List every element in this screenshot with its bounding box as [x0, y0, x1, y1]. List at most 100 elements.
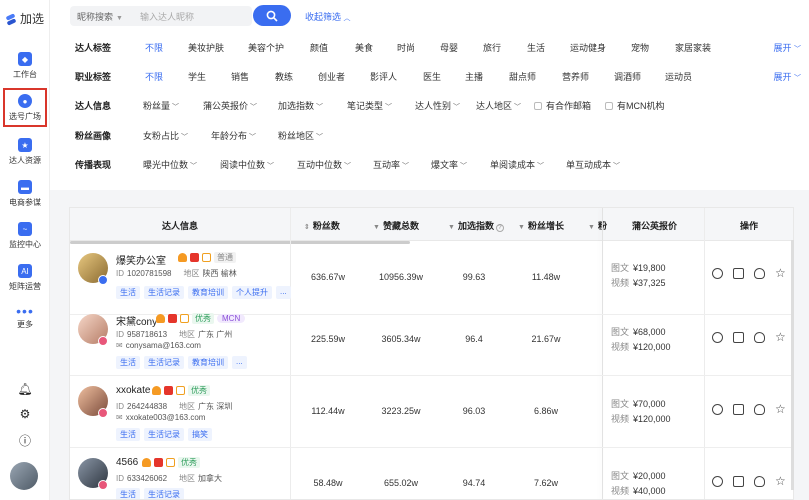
filter-option[interactable]: 创业者 — [318, 70, 345, 83]
filter-option[interactable]: 医生 — [423, 70, 441, 83]
tag[interactable]: 生活 — [116, 286, 140, 299]
checkbox-email[interactable]: 有合作邮箱 — [534, 99, 591, 112]
table-row[interactable]: xxokate 优秀 ID 264244838 地区 广东 深圳 ✉ xxokate00… — [70, 376, 793, 448]
filter-option[interactable]: 家居家装 — [675, 41, 711, 54]
tag[interactable]: 生活 — [116, 488, 140, 499]
filter-option[interactable]: 销售 — [231, 70, 249, 83]
tag[interactable]: 教育培训 — [188, 356, 228, 369]
collapse-filters-link[interactable]: 收起筛选 ︿ — [305, 10, 351, 23]
tag[interactable]: 生活记录 — [144, 286, 184, 299]
dropdown-exposure[interactable]: 曝光中位数 ﹀ — [143, 158, 197, 171]
profile-icon[interactable] — [712, 476, 723, 487]
talent-name[interactable]: xxokate — [116, 385, 150, 396]
filter-option[interactable]: 调酒师 — [614, 70, 641, 83]
dropdown-interact[interactable]: 互动中位数 ﹀ — [297, 158, 351, 171]
help-icon[interactable]: ⓘ — [0, 432, 50, 449]
sidebar-item-talent-resources[interactable]: ★ 达人资源 — [0, 138, 50, 166]
tag-more[interactable]: ... — [232, 356, 247, 369]
filter-option[interactable]: 学生 — [188, 70, 206, 83]
user-avatar[interactable] — [10, 462, 38, 490]
filter-option[interactable]: 甜点师 — [509, 70, 536, 83]
profile-icon[interactable] — [712, 404, 723, 415]
filter-option[interactable]: 美妆护肤 — [188, 41, 224, 54]
filter-option[interactable]: 颜值 — [310, 41, 328, 54]
dropdown-viral-rate[interactable]: 爆文率 ﹀ — [431, 158, 467, 171]
filter-option[interactable]: 运动健身 — [570, 41, 606, 54]
filter-option[interactable]: 旅行 — [483, 41, 501, 54]
sidebar-item-monitor[interactable]: ~ 监控中心 — [0, 222, 50, 250]
tag[interactable]: 生活 — [116, 356, 140, 369]
star-icon[interactable]: ☆ — [775, 475, 786, 487]
expand-button[interactable]: 展开 ﹀ — [773, 70, 801, 83]
th-likes[interactable]: ▼ 赞藏总数 — [373, 219, 419, 232]
sidebar-item-more[interactable]: ••• 更多 — [0, 304, 50, 330]
th-fans[interactable]: ⇕ 粉丝数 — [304, 219, 340, 232]
talent-email[interactable]: ✉ xxokate003@163.com — [116, 413, 205, 422]
tag[interactable]: 生活记录 — [144, 356, 184, 369]
table-row[interactable]: 4566 优秀 ID 633426062 地区 加拿大 生活 生活记录 58.48w … — [70, 448, 793, 499]
talent-name[interactable]: 爆笑办公室 — [116, 252, 166, 267]
plugin-icon[interactable]: ⚙︎ — [0, 407, 50, 421]
filter-option[interactable]: 营养师 — [562, 70, 589, 83]
dropdown-female-ratio[interactable]: 女粉占比 ﹀ — [143, 129, 188, 142]
sidebar-item-ecommerce[interactable]: ▬ 电商参谋 — [0, 180, 50, 208]
heart-icon[interactable] — [754, 404, 765, 415]
heart-icon[interactable] — [754, 268, 765, 279]
star-icon[interactable]: ☆ — [775, 331, 786, 343]
dropdown-price[interactable]: 蒲公英报价 ﹀ — [203, 99, 257, 112]
filter-option[interactable]: 生活 — [527, 41, 545, 54]
shopping-bag-icon[interactable] — [733, 404, 744, 415]
talent-email[interactable]: ✉ conysama@163.com — [116, 341, 201, 350]
checkbox-mcn[interactable]: 有MCN机构 — [605, 99, 665, 112]
search-input[interactable]: 输入达人昵称 — [140, 10, 194, 23]
tag-more[interactable]: ... — [276, 286, 291, 299]
sidebar-item-workbench[interactable]: ◆ 工作台 — [0, 52, 50, 80]
filter-option[interactable]: 美容个护 — [248, 41, 284, 54]
th-index[interactable]: ▼ 加选指数? — [448, 219, 504, 232]
talent-name[interactable]: 宋黛cony — [116, 313, 157, 328]
dropdown-interact-cost[interactable]: 单互动成本 ﹀ — [566, 158, 620, 171]
sidebar-item-talent-square[interactable]: ● 选号广场 — [3, 88, 47, 127]
filter-option[interactable]: 不限 — [145, 70, 163, 83]
filter-option[interactable]: 母婴 — [440, 41, 458, 54]
dropdown-read[interactable]: 阅读中位数 ﹀ — [220, 158, 274, 171]
filter-option[interactable]: 影评人 — [370, 70, 397, 83]
profile-icon[interactable] — [712, 268, 723, 279]
star-icon[interactable]: ☆ — [775, 267, 786, 279]
tag[interactable]: 生活记录 — [144, 488, 184, 499]
filter-option[interactable]: 教练 — [275, 70, 293, 83]
filter-option[interactable]: 美食 — [355, 41, 373, 54]
th-growth[interactable]: ▼ 粉丝增长 — [518, 219, 564, 232]
tag[interactable]: 搞笑 — [188, 428, 212, 441]
talent-name[interactable]: 4566 — [116, 457, 138, 468]
search-type-select[interactable]: 昵称搜索 ▼ — [70, 10, 140, 23]
dropdown-age[interactable]: 年龄分布 ﹀ — [211, 129, 256, 142]
dropdown-read-cost[interactable]: 单阅读成本 ﹀ — [490, 158, 544, 171]
filter-option[interactable]: 不限 — [145, 41, 163, 54]
tag[interactable]: 教育培训 — [188, 286, 228, 299]
bell-icon[interactable]: 🔔︎ — [0, 382, 50, 396]
sidebar-item-matrix[interactable]: AI 矩阵运营 — [0, 264, 50, 292]
dropdown-interact-rate[interactable]: 互动率 ﹀ — [373, 158, 409, 171]
dropdown-note-type[interactable]: 笔记类型 ﹀ — [347, 99, 392, 112]
filter-option[interactable]: 主播 — [465, 70, 483, 83]
dropdown-region[interactable]: 达人地区 ﹀ — [476, 99, 521, 112]
star-icon[interactable]: ☆ — [775, 403, 786, 415]
dropdown-fans[interactable]: 粉丝量 ﹀ — [143, 99, 179, 112]
filter-option[interactable]: 时尚 — [397, 41, 415, 54]
shopping-bag-icon[interactable] — [733, 476, 744, 487]
dropdown-gender[interactable]: 达人性别 ﹀ — [415, 99, 460, 112]
tag[interactable]: 个人提升 — [232, 286, 272, 299]
shopping-bag-icon[interactable] — [733, 268, 744, 279]
heart-icon[interactable] — [754, 332, 765, 343]
tag[interactable]: 生活 — [116, 428, 140, 441]
tag[interactable]: 生活记录 — [144, 428, 184, 441]
expand-button[interactable]: 展开 ﹀ — [773, 41, 801, 54]
filter-option[interactable]: 运动员 — [665, 70, 692, 83]
th-more[interactable]: ▼粉 — [588, 219, 607, 232]
vertical-scrollbar[interactable] — [791, 240, 794, 490]
profile-icon[interactable] — [712, 332, 723, 343]
table-row[interactable]: 宋黛cony 优秀 MCN ID 958718613 地区 广东 广州 ✉ conysa… — [70, 304, 793, 376]
shopping-bag-icon[interactable] — [733, 332, 744, 343]
dropdown-index[interactable]: 加选指数 ﹀ — [278, 99, 323, 112]
